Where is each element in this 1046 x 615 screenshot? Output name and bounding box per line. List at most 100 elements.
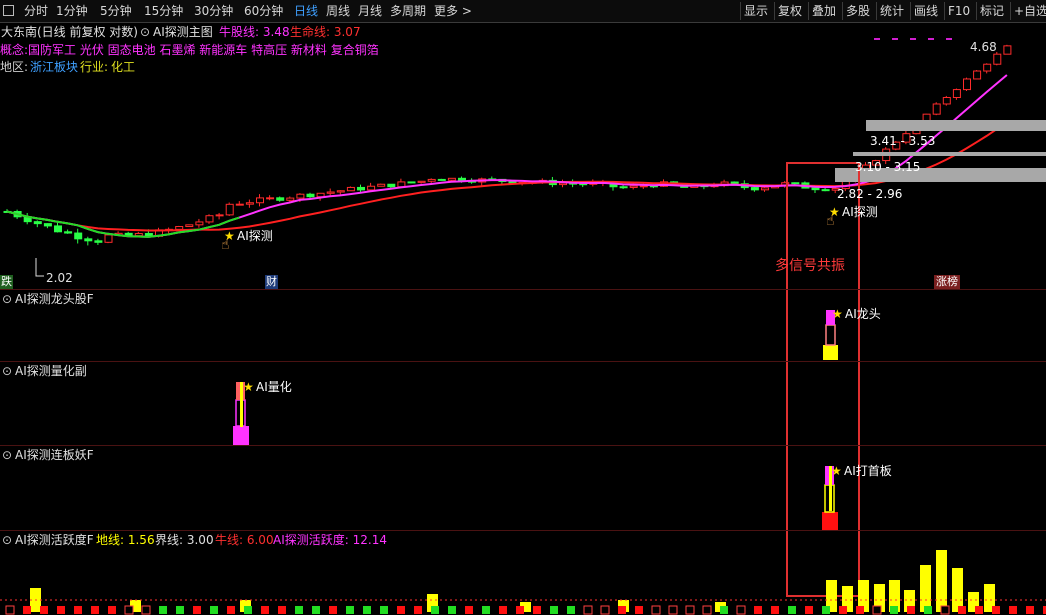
activity-marker [583,605,593,615]
candle-body [973,70,982,80]
activity-marker [856,606,864,614]
candle-body [437,178,446,181]
candle-body [276,197,285,201]
activity-marker [1009,606,1017,614]
candle-body [74,232,83,240]
signal-marker [946,38,952,40]
activity-marker [40,606,48,614]
activity-marker [176,606,184,614]
activity-marker [278,606,286,614]
candle-body [326,191,335,194]
price-zone [866,120,1046,131]
panel-gear-icon[interactable]: ⊙ [2,533,12,547]
candle-body [619,186,628,189]
candle-body [811,187,820,191]
activity-marker [924,606,932,614]
activity-marker [635,606,643,614]
low-price-label: 2.02 [46,271,73,285]
bull-line-green [6,210,240,238]
candle-body [256,197,264,204]
activity-marker [992,606,1000,614]
activity-marker [754,606,762,614]
activity-marker [5,605,15,615]
activity-marker [822,606,830,614]
star-icon: ★ [831,464,842,478]
candle-body [1003,45,1012,55]
candle-body [84,238,93,242]
activity-marker [295,606,303,614]
indicator-bar [822,512,838,530]
candle-body [104,234,113,243]
high-price-label: 4.68 [970,40,997,54]
activity-marker [124,605,134,615]
candle-body [316,192,325,198]
price-zone [853,152,1046,156]
ground-line-value: 地线: 1.56 [96,533,155,547]
panel-gear-icon[interactable]: ⊙ [2,292,12,306]
activity-marker [312,606,320,614]
activity-marker [516,606,524,614]
rank-tag[interactable]: 涨榜 [934,275,960,289]
activity-marker [346,606,354,614]
boundary-line-value: 界线: 3.00 [155,533,214,547]
candle-body [54,225,62,233]
candle-body [245,202,254,205]
candle-body [33,221,42,225]
industry-label: 行业: [80,60,109,74]
activity-marker [448,606,456,614]
panel-divider [0,361,1046,362]
candle-body [447,177,456,181]
candle-body [367,185,376,191]
indicator-gear-icon[interactable]: ⊙ [140,25,150,39]
drop-tag[interactable]: 跌 [0,275,13,289]
activity-marker [907,606,915,614]
price-chart[interactable] [0,0,1046,615]
activity-marker [839,606,847,614]
activity-marker [702,605,712,615]
activity-marker [380,606,388,614]
candle-body [942,97,951,105]
candle-body [336,190,345,193]
activity-marker [227,606,235,614]
candle-body [215,214,224,217]
activity-marker [108,606,116,614]
panel-title-quant[interactable]: AI探测量化副 [15,364,87,378]
candle-body [134,233,143,237]
activity-marker [1026,606,1034,614]
panel-title-activity[interactable]: AI探测活跃度F [15,533,94,547]
activity-marker [159,606,167,614]
activity-marker [210,606,218,614]
activity-marker [872,605,882,615]
activity-marker [261,606,269,614]
activity-bar [920,565,931,612]
candle-body [296,193,305,199]
panel-title-dragon[interactable]: AI探测龙头股F [15,292,94,306]
dragon-signal: AI龙头 [845,307,881,321]
indicator-bar [825,324,836,346]
activity-marker [567,606,575,614]
indicator-name[interactable]: AI探测主图 [153,25,213,39]
candle-body [235,203,244,206]
activity-marker [668,605,678,615]
activity-marker [533,606,541,614]
candle-body [750,187,759,191]
candle-body [407,181,416,184]
activity-marker [23,606,31,614]
candle-body [306,193,315,198]
candle-body [357,186,365,191]
activity-marker [431,606,439,614]
activity-bar [936,550,947,612]
panel-gear-icon[interactable]: ⊙ [2,364,12,378]
candle-body [730,181,739,185]
candle-body [195,221,204,226]
stock-title: 大东南(日线 前复权 对数) [1,25,138,39]
activity-marker [600,605,610,615]
star-icon: ★ [832,307,843,321]
candle-body [43,223,52,227]
panel-gear-icon[interactable]: ⊙ [2,448,12,462]
activity-marker [720,606,728,614]
panel-title-limit[interactable]: AI探测连板妖F [15,448,94,462]
activity-marker [363,606,371,614]
candle-body [417,180,426,183]
finance-tag[interactable]: 财 [265,275,278,289]
